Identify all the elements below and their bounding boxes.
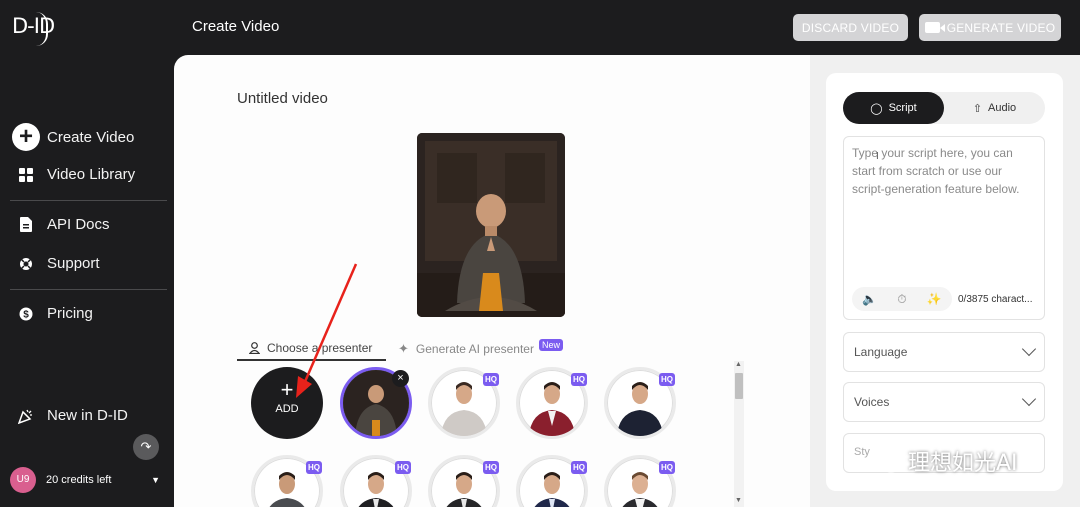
sidebar-item-video-library[interactable]: Video Library	[12, 166, 135, 183]
caret-down-icon: ▼	[151, 475, 160, 485]
tab-label: Script	[888, 102, 917, 114]
sidebar-item-label: API Docs	[47, 216, 110, 233]
hq-badge: HQ	[659, 461, 675, 474]
watermark-text: 理想如光AI	[908, 451, 1018, 476]
grid-icon	[19, 167, 33, 182]
sidebar-divider	[10, 289, 167, 290]
chevron-down-icon	[1021, 341, 1037, 357]
tab-label: Generate AI presenter	[415, 342, 534, 356]
sidebar-item-label: Create Video	[47, 128, 135, 146]
sidebar-item-create-video[interactable]: + Create Video	[12, 123, 134, 151]
hq-badge: HQ	[395, 461, 411, 474]
tab-label: Audio	[988, 102, 1017, 114]
sparkle-icon: ✦	[398, 341, 409, 356]
wechat-icon	[869, 449, 901, 473]
svg-text:$: $	[23, 309, 29, 320]
scroll-down-icon[interactable]: ▼	[735, 497, 742, 504]
presenter-grid-scrollbar[interactable]: ▲ ▼	[734, 361, 744, 507]
scroll-thumb[interactable]	[735, 373, 743, 399]
share-arrow-icon: ↷	[140, 439, 152, 454]
plus-circle-icon: +	[12, 123, 40, 151]
sidebar: D-ID + Create Video Video Library API Do…	[0, 0, 174, 507]
sidebar-item-api-docs[interactable]: API Docs	[12, 216, 110, 233]
volume-icon[interactable]: 🔈	[862, 292, 877, 306]
add-label: ADD	[275, 403, 299, 415]
script-tools: 🔈 ⏱ ✨	[852, 287, 952, 311]
tab-audio[interactable]: ⇧ Audio	[944, 92, 1045, 124]
party-icon	[18, 409, 32, 424]
magic-wand-icon[interactable]: ✨	[927, 292, 942, 306]
scroll-up-icon[interactable]: ▲	[735, 361, 742, 368]
sidebar-item-label: Video Library	[47, 166, 136, 183]
hq-badge: HQ	[659, 373, 675, 386]
logo-bracket-icon	[36, 12, 48, 46]
hq-badge: HQ	[571, 373, 587, 386]
hq-badge: HQ	[306, 461, 322, 474]
tab-generate-ai-presenter[interactable]: ✦ Generate AI presenter New	[398, 337, 563, 361]
collapse-sidebar-button[interactable]: ↷	[133, 434, 159, 460]
script-placeholder: Type your script here, you can start fro…	[852, 146, 1020, 196]
voices-label: Voices	[854, 395, 890, 409]
monk-presenter-image	[417, 133, 565, 317]
sidebar-divider	[10, 200, 167, 201]
script-audio-toggle: ◯ Script ⇧ Audio	[843, 92, 1045, 124]
top-bar: Create Video DISCARD VIDEO GENERATE VIDE…	[174, 0, 1080, 55]
lifebuoy-icon	[20, 257, 32, 270]
remove-presenter-button[interactable]: ×	[392, 370, 409, 387]
text-cursor-icon: I	[876, 151, 879, 162]
document-icon	[20, 217, 32, 232]
hq-badge: HQ	[483, 373, 499, 386]
sidebar-item-label: Pricing	[47, 305, 93, 322]
presenter-preview	[417, 133, 565, 317]
upload-icon: ⇧	[972, 102, 983, 115]
page-title: Create Video	[192, 18, 280, 35]
script-textarea[interactable]: Type your script here, you can start fro…	[843, 136, 1045, 320]
chevron-down-icon	[1021, 391, 1037, 407]
generate-video-button[interactable]: GENERATE VIDEO	[919, 14, 1061, 41]
script-card: ◯ Script ⇧ Audio Type your script here, …	[826, 73, 1063, 491]
watermark: 理想如光AI	[868, 445, 1018, 477]
hq-badge: HQ	[483, 461, 499, 474]
new-badge: New	[538, 339, 563, 351]
person-icon	[249, 342, 260, 354]
language-label: Language	[854, 345, 908, 359]
hq-badge: HQ	[571, 461, 587, 474]
character-count: 0/3875 charact...	[958, 294, 1033, 305]
dollar-icon: $	[19, 307, 33, 320]
sidebar-item-label: Support	[47, 255, 100, 272]
sidebar-item-support[interactable]: Support	[12, 255, 100, 272]
video-title[interactable]: Untitled video	[237, 90, 328, 107]
language-select[interactable]: Language	[843, 332, 1045, 372]
chat-icon: ◯	[870, 102, 883, 115]
sidebar-item-label: New in D-ID	[47, 407, 128, 424]
tab-script[interactable]: ◯ Script	[843, 92, 944, 124]
video-camera-icon	[924, 22, 945, 33]
discard-video-label: DISCARD VIDEO	[801, 20, 900, 35]
annotation-arrow-icon	[296, 263, 358, 398]
user-menu[interactable]: U9 20 credits left ▼	[10, 467, 160, 493]
voices-select[interactable]: Voices	[843, 382, 1045, 422]
close-icon: ×	[397, 372, 404, 384]
avatar: U9	[10, 467, 36, 493]
generate-video-label: GENERATE VIDEO	[946, 20, 1056, 35]
right-panel: ◯ Script ⇧ Audio Type your script here, …	[810, 55, 1080, 507]
credits-label: 20 credits left	[46, 474, 112, 486]
sidebar-item-new-in-d-id[interactable]: New in D-ID	[12, 407, 128, 424]
discard-video-button[interactable]: DISCARD VIDEO	[793, 14, 908, 41]
timer-icon[interactable]: ⏱	[897, 292, 906, 307]
sidebar-item-pricing[interactable]: $ Pricing	[12, 305, 93, 322]
